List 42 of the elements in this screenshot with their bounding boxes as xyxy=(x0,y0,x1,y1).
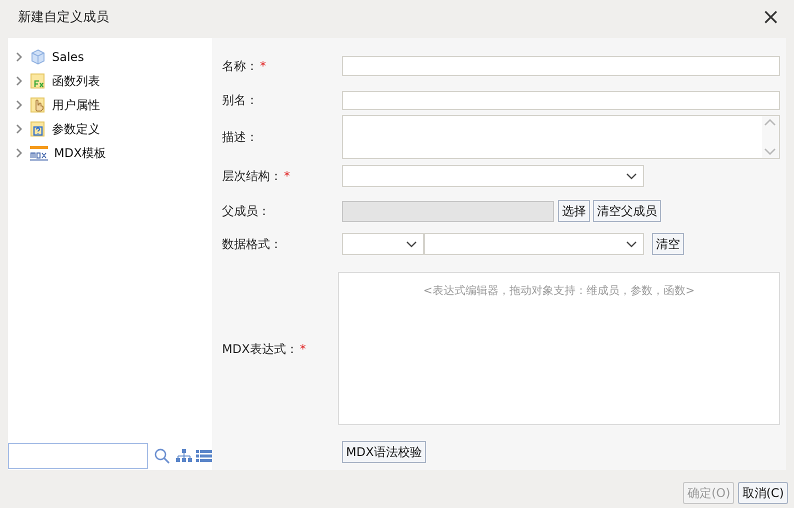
scrollbar-icon[interactable] xyxy=(762,116,779,158)
list-icon[interactable] xyxy=(196,450,212,462)
tree-item[interactable]: 参数定义 xyxy=(14,121,212,137)
required-mark: * xyxy=(300,340,306,358)
editor-placeholder: <表达式编辑器，拖动对象支持：维成员，参数，函数> xyxy=(423,283,695,299)
dialog-button[interactable]: 取消(C) xyxy=(738,482,788,504)
caret-icon xyxy=(406,240,417,248)
field-label: 父成员： xyxy=(222,203,270,220)
field-label: 层次结构： xyxy=(222,168,282,185)
search-icon[interactable] xyxy=(154,448,170,464)
alias-field[interactable] xyxy=(342,90,780,110)
name-field[interactable] xyxy=(342,56,780,76)
field-label: MDX表达式： xyxy=(222,340,298,358)
window-title: 新建自定义成员 xyxy=(18,9,109,28)
hierarchy-icon[interactable] xyxy=(176,449,192,463)
mdx-template-icon xyxy=(30,145,48,161)
mdx-verify-button[interactable]: MDX语法校验 xyxy=(342,441,426,463)
function-icon xyxy=(30,73,46,89)
select-button[interactable]: 选择 xyxy=(558,200,590,222)
hand-icon xyxy=(30,97,46,113)
dropdown-field[interactable] xyxy=(342,233,424,255)
search-field[interactable] xyxy=(8,443,148,469)
field-label: 别名： xyxy=(222,92,258,109)
description-field[interactable] xyxy=(342,115,780,159)
required-mark: * xyxy=(260,58,266,75)
caret-icon xyxy=(626,172,637,180)
field-label: 数据格式： xyxy=(222,236,282,253)
field-label: 名称： xyxy=(222,58,258,75)
caret-icon xyxy=(626,240,637,248)
close-button[interactable]: × xyxy=(762,7,780,29)
field-label: 描述： xyxy=(222,129,258,146)
dropdown-field[interactable] xyxy=(424,233,644,255)
clear-button[interactable]: 清空 xyxy=(652,233,684,255)
tree-item[interactable]: 函数列表 xyxy=(14,73,212,89)
cube-icon xyxy=(30,49,46,65)
tree-item[interactable]: Sales xyxy=(14,49,212,65)
dropdown-field[interactable] xyxy=(342,165,644,187)
clear-parent-button[interactable]: 清空父成员 xyxy=(593,200,661,222)
required-mark: * xyxy=(284,168,290,185)
tree-item[interactable]: MDX模板 xyxy=(14,145,212,161)
tree-item[interactable]: 用户属性 xyxy=(14,97,212,113)
parameter-icon xyxy=(30,121,46,137)
